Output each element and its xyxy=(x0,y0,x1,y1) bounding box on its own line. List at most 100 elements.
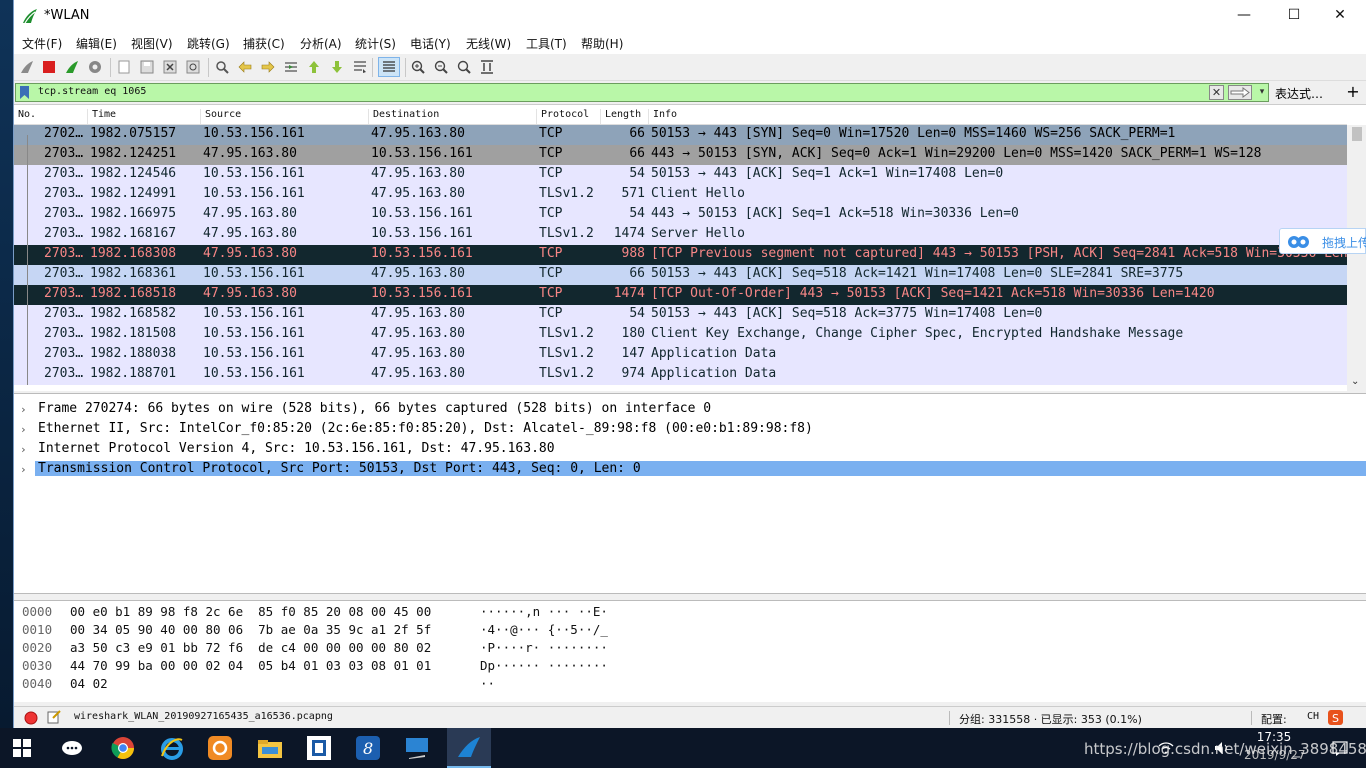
resize-columns-icon[interactable] xyxy=(479,59,495,75)
last-icon[interactable] xyxy=(329,59,345,75)
detail-frame[interactable]: › Frame 270274: 66 bytes on wire (528 bit… xyxy=(14,400,1366,420)
col-length[interactable]: Length xyxy=(600,109,641,124)
forward-icon[interactable] xyxy=(260,59,276,75)
menu-tools[interactable]: 工具(T) xyxy=(526,35,567,52)
hex-row[interactable]: 0030 44 70 99 ba 00 00 02 04 05 b4 01 03 … xyxy=(14,658,1366,676)
first-icon[interactable] xyxy=(306,59,322,75)
stop-icon[interactable] xyxy=(41,59,57,75)
filter-history-dropdown[interactable]: ▾ xyxy=(1256,85,1268,100)
goto-icon[interactable] xyxy=(283,59,299,75)
remote-desktop-icon[interactable] xyxy=(403,734,431,762)
hex-row[interactable]: 0040 04 02 ·· xyxy=(14,676,1366,694)
back-icon[interactable] xyxy=(237,59,253,75)
expand-chevron-icon[interactable]: › xyxy=(20,463,27,476)
cell-info: 50153 → 443 [SYN] Seq=0 Win=17520 Len=0 … xyxy=(651,126,1176,141)
packet-row[interactable]: 2703… 1982.124251 47.95.163.80 10.53.156.16… xyxy=(14,145,1347,165)
zoom-out-icon[interactable] xyxy=(433,59,449,75)
menu-capture[interactable]: 捕获(C) xyxy=(243,35,285,52)
packet-row[interactable]: 2703… 1982.181508 10.53.156.161 47.95.163.8… xyxy=(14,325,1347,345)
expression-button[interactable]: 表达式… xyxy=(1275,85,1323,102)
minimize-button[interactable]: — xyxy=(1221,0,1267,31)
packet-row[interactable]: 2703… 1982.188038 10.53.156.161 47.95.163.8… xyxy=(14,345,1347,365)
open-icon[interactable] xyxy=(116,59,132,75)
cell-info: 50153 → 443 [ACK] Seq=518 Ack=3775 Win=1… xyxy=(651,306,1043,321)
cell-length: 54 xyxy=(629,166,645,181)
clear-filter-button[interactable]: ✕ xyxy=(1209,85,1224,100)
packet-row[interactable]: 2703… 1982.168582 10.53.156.161 47.95.163.8… xyxy=(14,305,1347,325)
autoscroll-icon[interactable] xyxy=(352,59,368,75)
hex-row[interactable]: 0000 00 e0 b1 89 98 f8 2c 6e 85 f0 85 20 … xyxy=(14,604,1366,622)
menu-file[interactable]: 文件(F) xyxy=(22,35,62,52)
col-info[interactable]: Info xyxy=(648,109,677,124)
col-no[interactable]: No. xyxy=(14,109,36,124)
hex-row[interactable]: 0010 00 34 05 90 40 00 80 06 7b ae 0a 35 … xyxy=(14,622,1366,640)
wireshark-taskbar-icon[interactable] xyxy=(447,728,491,768)
scrollbar-thumb[interactable] xyxy=(1352,127,1362,141)
packet-row[interactable]: 2703… 1982.166975 47.95.163.80 10.53.156.16… xyxy=(14,205,1347,225)
expand-chevron-icon[interactable]: › xyxy=(20,443,27,456)
maximize-button[interactable]: ☐ xyxy=(1271,0,1317,31)
col-destination[interactable]: Destination xyxy=(368,109,439,124)
col-time[interactable]: Time xyxy=(87,109,116,124)
shark-fin-icon[interactable] xyxy=(19,59,35,75)
chrome-icon[interactable] xyxy=(109,734,137,762)
packet-list-scrollbar[interactable]: ⌄ xyxy=(1347,125,1366,391)
scroll-down-icon[interactable]: ⌄ xyxy=(1351,376,1359,387)
expand-chevron-icon[interactable]: › xyxy=(20,423,27,436)
packet-row[interactable]: 2703… 1982.168308 47.95.163.80 10.53.156.16… xyxy=(14,245,1347,265)
profile-label[interactable]: 配置: xyxy=(1261,711,1287,727)
packet-row[interactable]: 2703… 1982.124546 10.53.156.161 47.95.163.8… xyxy=(14,165,1347,185)
menu-telephony[interactable]: 电话(Y) xyxy=(410,35,451,52)
bookmark-icon[interactable] xyxy=(19,86,30,99)
zoom-in-icon[interactable] xyxy=(410,59,426,75)
packet-row[interactable]: 2703… 1982.168518 47.95.163.80 10.53.156.16… xyxy=(14,285,1347,305)
expert-info-icon[interactable] xyxy=(24,711,38,725)
menu-edit[interactable]: 编辑(E) xyxy=(76,35,117,52)
vm-app-icon[interactable]: 8 xyxy=(354,734,382,762)
detail-ethernet[interactable]: › Ethernet II, Src: IntelCor_f0:85:20 (2c… xyxy=(14,420,1366,440)
find-icon[interactable] xyxy=(214,59,230,75)
apply-filter-button[interactable] xyxy=(1228,85,1252,100)
browser-app-icon[interactable] xyxy=(206,734,234,762)
input-method-icon[interactable]: S xyxy=(1328,710,1343,725)
menu-statistics[interactable]: 统计(S) xyxy=(355,35,396,52)
colorize-icon[interactable] xyxy=(378,57,400,77)
reload-icon[interactable] xyxy=(185,59,201,75)
cell-info: Application Data xyxy=(651,366,777,381)
packet-row[interactable]: 2703… 1982.124991 10.53.156.161 47.95.163.8… xyxy=(14,185,1347,205)
detail-tcp[interactable]: › Transmission Control Protocol, Src Port… xyxy=(14,460,1366,480)
col-source[interactable]: Source xyxy=(200,109,241,124)
menu-wireless[interactable]: 无线(W) xyxy=(466,35,511,52)
capture-comment-icon[interactable] xyxy=(47,710,61,724)
terminal-app-icon[interactable] xyxy=(305,734,333,762)
packet-row[interactable]: 2703… 1982.188701 10.53.156.161 47.95.163.8… xyxy=(14,365,1347,385)
menu-analyze[interactable]: 分析(A) xyxy=(300,35,342,52)
packet-row[interactable]: 2703… 1982.168167 47.95.163.80 10.53.156.16… xyxy=(14,225,1347,245)
chat-app-icon[interactable] xyxy=(58,734,86,762)
hex-row[interactable]: 0020 a3 50 c3 e9 01 bb 72 f6 de c4 00 00 … xyxy=(14,640,1366,658)
cell-time: 1982.168518 xyxy=(90,286,177,301)
windows-start-icon[interactable] xyxy=(8,734,36,762)
filter-text[interactable]: tcp.stream eq 1065 xyxy=(38,86,146,97)
menu-help[interactable]: 帮助(H) xyxy=(581,35,623,52)
menu-go[interactable]: 跳转(G) xyxy=(187,35,230,52)
packet-row[interactable]: 2703… 1982.168361 10.53.156.161 47.95.163.8… xyxy=(14,265,1347,285)
upload-widget[interactable]: 拖拽上传 xyxy=(1279,228,1366,254)
add-filter-button[interactable]: + xyxy=(1343,82,1363,102)
detail-ipv4[interactable]: › Internet Protocol Version 4, Src: 10.53… xyxy=(14,440,1366,460)
close-window-button[interactable]: ✕ xyxy=(1317,0,1363,31)
col-protocol[interactable]: Protocol xyxy=(536,109,589,124)
display-filter-input[interactable]: tcp.stream eq 1065 ✕ ▾ xyxy=(15,83,1269,102)
menu-view[interactable]: 视图(V) xyxy=(131,35,173,52)
language-indicator[interactable]: CH xyxy=(1307,711,1319,722)
expand-chevron-icon[interactable]: › xyxy=(20,403,27,416)
restart-icon[interactable] xyxy=(64,59,80,75)
packet-row[interactable]: 2702… 1982.075157 10.53.156.161 47.95.163.8… xyxy=(14,125,1347,145)
file-explorer-icon[interactable] xyxy=(256,734,284,762)
options-icon[interactable] xyxy=(87,59,103,75)
save-icon[interactable] xyxy=(139,59,155,75)
wireshark-fin-icon xyxy=(23,9,37,24)
close-file-icon[interactable] xyxy=(162,59,178,75)
internet-explorer-icon[interactable] xyxy=(158,734,186,762)
zoom-reset-icon[interactable] xyxy=(456,59,472,75)
